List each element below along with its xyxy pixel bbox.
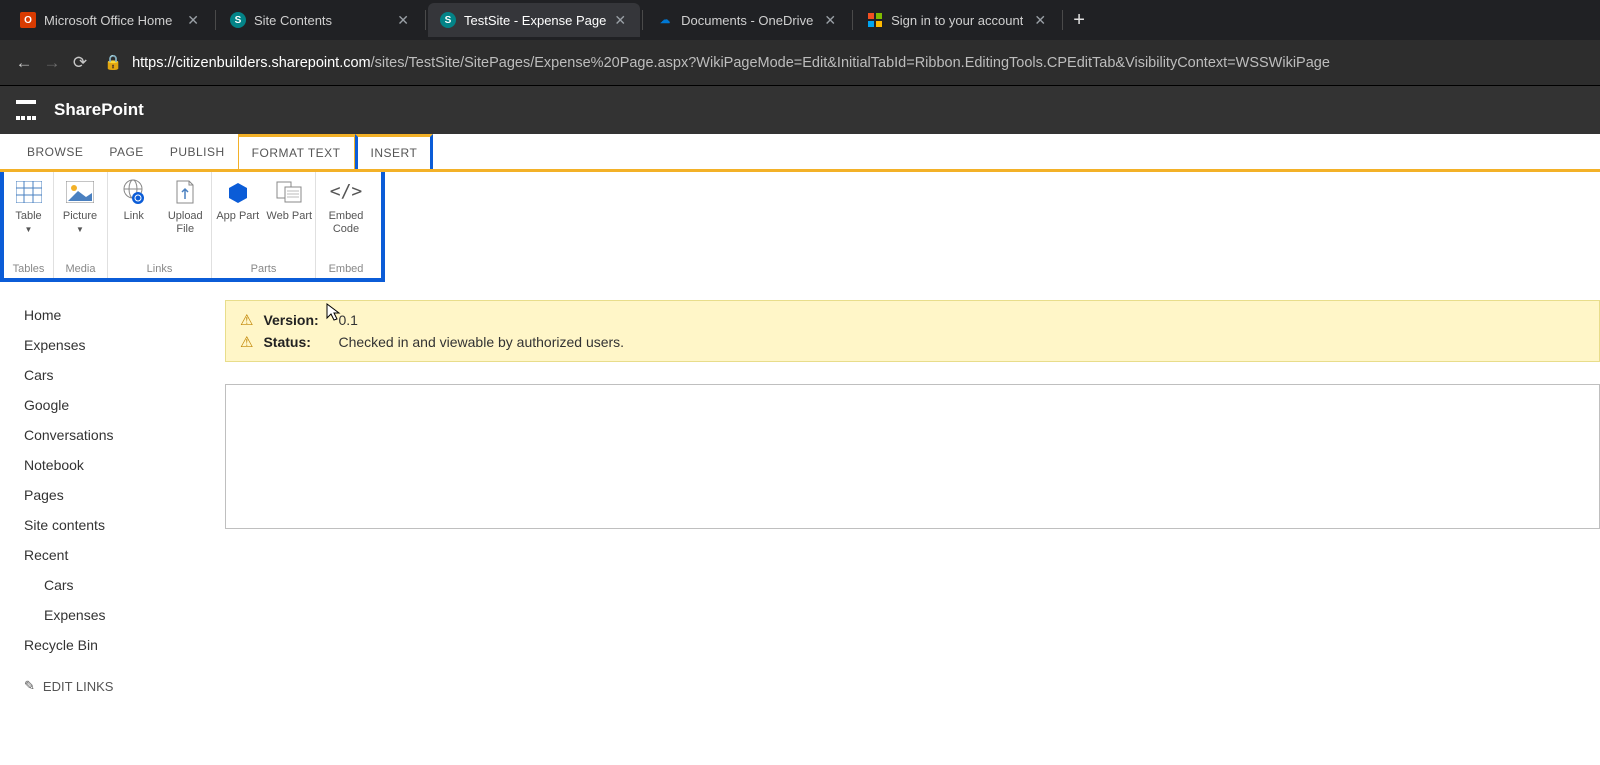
nav-row: ← → ⟳ 🔒 https://citizenbuilders.sharepoi… xyxy=(0,40,1600,86)
suite-bar: SharePoint xyxy=(0,86,1600,134)
tab-signin[interactable]: Sign in to your account ✕ xyxy=(855,3,1060,37)
group-label: Embed xyxy=(316,260,376,278)
globe-link-icon xyxy=(120,178,148,206)
tab-label: Site Contents xyxy=(254,13,332,28)
reload-button[interactable]: ⟳ xyxy=(66,53,94,73)
url-host: https://citizenbuilders.sharepoint.com xyxy=(132,55,371,71)
close-icon[interactable]: ✕ xyxy=(1034,12,1046,29)
nav-notebook[interactable]: Notebook xyxy=(24,450,225,480)
close-icon[interactable]: ✕ xyxy=(397,12,409,29)
item-label: Table xyxy=(15,210,41,223)
table-icon xyxy=(15,178,43,206)
app-part-button[interactable]: App Part xyxy=(212,178,264,223)
page-edit-area[interactable] xyxy=(225,384,1600,529)
upload-file-icon xyxy=(171,178,199,206)
nav-cars[interactable]: Cars xyxy=(24,360,225,390)
browser-chrome: O Microsoft Office Home ✕ S Site Contents … xyxy=(0,0,1600,86)
item-label: Link xyxy=(124,210,144,223)
web-part-button[interactable]: Web Part xyxy=(264,178,316,223)
embed-code-button[interactable]: </> Embed Code xyxy=(316,178,376,235)
tab-label: Documents - OneDrive xyxy=(681,13,813,28)
insert-picture-button[interactable]: Picture ▼ xyxy=(54,178,106,234)
nav-conversations[interactable]: Conversations xyxy=(24,420,225,450)
chevron-down-icon: ▼ xyxy=(76,225,84,234)
insert-table-button[interactable]: Table ▼ xyxy=(4,178,53,234)
nav-google[interactable]: Google xyxy=(24,390,225,420)
upload-file-button[interactable]: Upload File xyxy=(160,178,212,235)
tab-bar: O Microsoft Office Home ✕ S Site Contents … xyxy=(0,0,1600,40)
tab-label: Microsoft Office Home xyxy=(44,13,172,28)
url-path: /sites/TestSite/SitePages/Expense%20Page… xyxy=(371,55,1330,71)
nav-recent-expenses[interactable]: Expenses xyxy=(24,600,225,630)
main-area: ⚠ Version: 0.1 ⚠ Status: Checked in and … xyxy=(225,282,1600,694)
close-icon[interactable]: ✕ xyxy=(824,12,836,29)
nav-recent-cars[interactable]: Cars xyxy=(24,570,225,600)
content-row: Home Expenses Cars Google Conversations … xyxy=(0,282,1600,694)
item-label: Picture xyxy=(63,210,97,223)
tab-label: TestSite - Expense Page xyxy=(464,13,606,28)
app-part-icon xyxy=(224,178,252,206)
close-icon[interactable]: ✕ xyxy=(614,12,626,29)
ribbon-tab-publish[interactable]: PUBLISH xyxy=(157,134,238,169)
group-label: Tables xyxy=(4,260,53,278)
tab-onedrive[interactable]: ☁ Documents - OneDrive ✕ xyxy=(645,3,850,37)
close-icon[interactable]: ✕ xyxy=(187,12,199,29)
tab-office-home[interactable]: O Microsoft Office Home ✕ xyxy=(8,3,213,37)
address-bar[interactable]: 🔒 https://citizenbuilders.sharepoint.com… xyxy=(104,54,1330,71)
item-label: Web Part xyxy=(266,210,312,223)
ribbon-insert-panel: Table ▼ Tables Picture ▼ Media xyxy=(0,172,385,282)
microsoft-icon xyxy=(867,12,883,28)
lock-icon: 🔒 xyxy=(104,54,122,71)
ribbon-tab-page[interactable]: PAGE xyxy=(96,134,156,169)
edit-links-label: EDIT LINKS xyxy=(43,679,114,694)
group-label: Media xyxy=(54,260,107,278)
item-label: App Part xyxy=(216,210,259,223)
new-tab-button[interactable]: + xyxy=(1065,9,1093,32)
sharepoint-icon: S xyxy=(230,12,246,28)
tab-site-contents[interactable]: S Site Contents ✕ xyxy=(218,3,423,37)
status-notice: ⚠ Version: 0.1 ⚠ Status: Checked in and … xyxy=(225,300,1600,362)
version-value: 0.1 xyxy=(338,312,357,328)
app-launcher-icon[interactable] xyxy=(12,96,40,124)
tab-testsite-expense[interactable]: S TestSite - Expense Page ✕ xyxy=(428,3,640,37)
pencil-icon: ✎ xyxy=(24,678,35,694)
warning-icon: ⚠ xyxy=(240,333,253,351)
suite-title: SharePoint xyxy=(54,100,144,120)
web-part-icon xyxy=(275,178,303,206)
back-button[interactable]: ← xyxy=(10,53,38,73)
ribbon-tab-format-text[interactable]: FORMAT TEXT xyxy=(238,134,355,169)
forward-button[interactable]: → xyxy=(38,53,66,73)
warning-icon: ⚠ xyxy=(240,311,253,329)
nav-site-contents[interactable]: Site contents xyxy=(24,510,225,540)
edit-links-button[interactable]: ✎ EDIT LINKS xyxy=(24,660,225,694)
item-label: Upload File xyxy=(160,210,212,235)
status-label: Status: xyxy=(263,334,328,350)
nav-pages[interactable]: Pages xyxy=(24,480,225,510)
ribbon-tabs: BROWSE PAGE PUBLISH FORMAT TEXT INSERT xyxy=(0,134,1600,172)
sharepoint-icon: S xyxy=(440,12,456,28)
tab-label: Sign in to your account xyxy=(891,13,1023,28)
item-label: Embed Code xyxy=(316,210,376,235)
status-value: Checked in and viewable by authorized us… xyxy=(338,334,624,350)
nav-expenses[interactable]: Expenses xyxy=(24,330,225,360)
picture-icon xyxy=(66,178,94,206)
nav-recent[interactable]: Recent xyxy=(24,540,225,570)
ribbon-tab-browse[interactable]: BROWSE xyxy=(14,134,96,169)
nav-home[interactable]: Home xyxy=(24,300,225,330)
office-icon: O xyxy=(20,12,36,28)
code-icon: </> xyxy=(332,178,360,206)
left-nav: Home Expenses Cars Google Conversations … xyxy=(0,282,225,694)
nav-recycle-bin[interactable]: Recycle Bin xyxy=(24,630,225,660)
chevron-down-icon: ▼ xyxy=(25,225,33,234)
version-label: Version: xyxy=(263,312,328,328)
insert-link-button[interactable]: Link xyxy=(108,178,160,223)
group-label: Links xyxy=(108,260,211,278)
group-label: Parts xyxy=(212,260,315,278)
onedrive-icon: ☁ xyxy=(657,12,673,28)
ribbon-tab-insert[interactable]: INSERT xyxy=(355,134,434,169)
